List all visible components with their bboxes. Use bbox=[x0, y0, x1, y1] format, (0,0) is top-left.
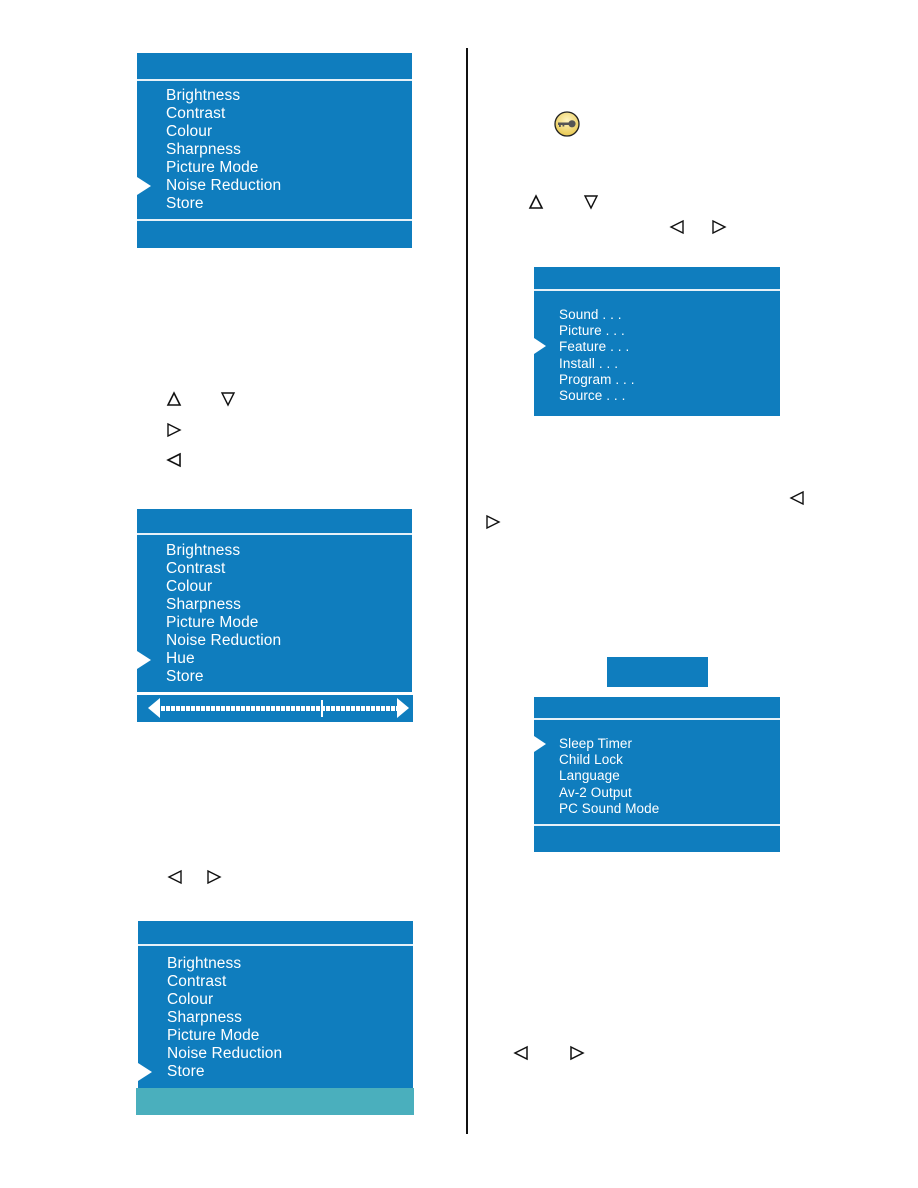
menu-item-store[interactable]: Store bbox=[166, 668, 281, 686]
left-arrow-icon[interactable] bbox=[148, 698, 160, 718]
menu-item-language[interactable]: Language bbox=[559, 768, 659, 784]
hue-slider[interactable] bbox=[137, 695, 413, 722]
left-triangle-icon bbox=[167, 869, 183, 885]
menu-item-sharpness[interactable]: Sharpness bbox=[166, 596, 281, 614]
menu-header-divider bbox=[138, 944, 413, 946]
menu-item-picture[interactable]: Picture . . . bbox=[559, 323, 635, 339]
menu-item-picture-mode[interactable]: Picture Mode bbox=[166, 159, 281, 177]
right-triangle-icon bbox=[569, 1045, 585, 1061]
key-icon bbox=[554, 111, 580, 137]
down-triangle-icon bbox=[583, 194, 599, 210]
selection-pointer-icon bbox=[534, 736, 546, 752]
slider-track[interactable] bbox=[161, 706, 397, 711]
left-triangle-icon bbox=[166, 452, 182, 468]
menu-item-sharpness[interactable]: Sharpness bbox=[166, 141, 281, 159]
menu-item-brightness[interactable]: Brightness bbox=[166, 87, 281, 105]
menu-item-program[interactable]: Program . . . bbox=[559, 372, 635, 388]
up-triangle-icon bbox=[166, 391, 182, 407]
menu-header-divider bbox=[534, 718, 780, 720]
menu-item-hue[interactable]: Hue bbox=[166, 650, 281, 668]
right-triangle-icon bbox=[206, 869, 222, 885]
right-arrow-icon[interactable] bbox=[397, 698, 409, 718]
right-triangle-icon bbox=[485, 514, 501, 530]
menu-item-sleep-timer[interactable]: Sleep Timer bbox=[559, 736, 659, 752]
menu-item-noise-reduction[interactable]: Noise Reduction bbox=[167, 1045, 282, 1063]
column-divider bbox=[466, 48, 468, 1134]
up-triangle-icon bbox=[528, 194, 544, 210]
feature-menu-title-box bbox=[607, 657, 708, 687]
left-triangle-icon bbox=[669, 219, 685, 235]
menu-footer-divider bbox=[137, 219, 412, 221]
menu-item-colour[interactable]: Colour bbox=[166, 123, 281, 141]
menu-item-source[interactable]: Source . . . bbox=[559, 388, 635, 404]
picture-menu-hue: Brightness Contrast Colour Sharpness Pic… bbox=[137, 509, 412, 692]
menu-item-brightness[interactable]: Brightness bbox=[166, 542, 281, 560]
right-triangle-icon bbox=[166, 422, 182, 438]
menu-item-pc-sound-mode[interactable]: PC Sound Mode bbox=[559, 801, 659, 817]
menu-item-feature[interactable]: Feature . . . bbox=[559, 339, 635, 355]
feature-menu: Sleep Timer Child Lock Language Av-2 Out… bbox=[534, 697, 780, 852]
right-triangle-icon bbox=[711, 219, 727, 235]
down-triangle-icon bbox=[220, 391, 236, 407]
menu-item-install[interactable]: Install . . . bbox=[559, 356, 635, 372]
menu-item-contrast[interactable]: Contrast bbox=[166, 105, 281, 123]
left-triangle-icon bbox=[789, 490, 805, 506]
menu-item-picture-mode[interactable]: Picture Mode bbox=[167, 1027, 282, 1045]
menu-item-contrast[interactable]: Contrast bbox=[166, 560, 281, 578]
menu-item-brightness[interactable]: Brightness bbox=[167, 955, 282, 973]
menu-item-sound[interactable]: Sound . . . bbox=[559, 307, 635, 323]
selection-pointer-icon bbox=[138, 1063, 152, 1081]
menu-item-store[interactable]: Store bbox=[166, 195, 281, 213]
menu-item-sharpness[interactable]: Sharpness bbox=[167, 1009, 282, 1027]
menu-header-divider bbox=[534, 289, 780, 291]
main-menu: Sound . . . Picture . . . Feature . . . … bbox=[534, 267, 780, 416]
menu-header-divider bbox=[137, 79, 412, 81]
menu-item-colour[interactable]: Colour bbox=[166, 578, 281, 596]
menu-item-noise-reduction[interactable]: Noise Reduction bbox=[166, 632, 281, 650]
menu-item-picture-mode[interactable]: Picture Mode bbox=[166, 614, 281, 632]
menu-header-divider bbox=[137, 533, 412, 535]
selection-pointer-icon bbox=[137, 177, 151, 195]
menu-item-av2-output[interactable]: Av-2 Output bbox=[559, 785, 659, 801]
menu-footer-divider bbox=[534, 824, 780, 826]
menu-item-store[interactable]: Store bbox=[167, 1063, 282, 1081]
menu-item-contrast[interactable]: Contrast bbox=[167, 973, 282, 991]
menu-item-child-lock[interactable]: Child Lock bbox=[559, 752, 659, 768]
menu-item-noise-reduction[interactable]: Noise Reduction bbox=[166, 177, 281, 195]
selection-pointer-icon bbox=[534, 338, 546, 354]
selection-pointer-icon bbox=[137, 651, 151, 669]
menu-item-colour[interactable]: Colour bbox=[167, 991, 282, 1009]
picture-menu-noise-reduction: Brightness Contrast Colour Sharpness Pic… bbox=[137, 53, 412, 248]
left-triangle-icon bbox=[513, 1045, 529, 1061]
picture-menu-store: Brightness Contrast Colour Sharpness Pic… bbox=[138, 921, 413, 1088]
store-confirm-bar bbox=[136, 1088, 414, 1115]
slider-thumb[interactable] bbox=[321, 700, 324, 717]
